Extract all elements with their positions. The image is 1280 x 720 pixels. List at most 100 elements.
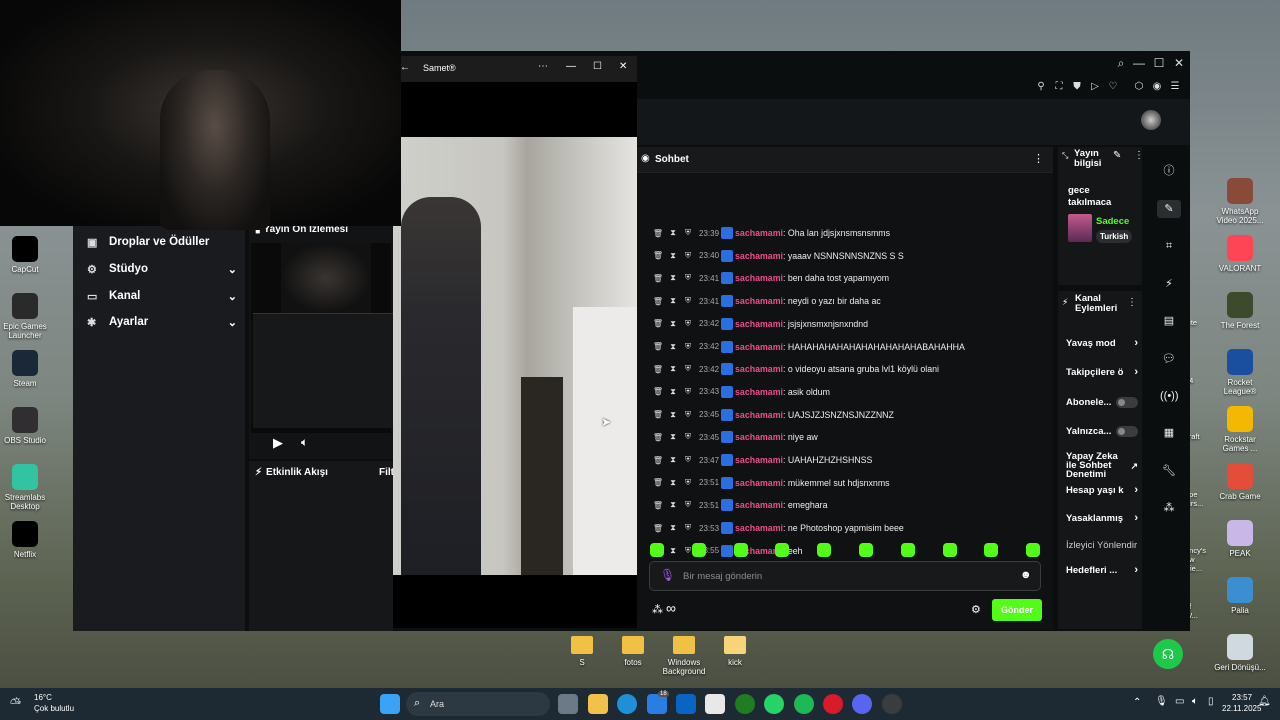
message-username[interactable]: sachamami bbox=[735, 342, 783, 352]
ban-icon[interactable]: ⛨ bbox=[682, 319, 694, 329]
emote-icon[interactable] bbox=[733, 543, 748, 557]
battery-icon[interactable]: ▯ bbox=[1208, 696, 1214, 707]
taskbar-search[interactable]: ⌕ Ara bbox=[406, 692, 550, 716]
search-icon[interactable]: ⌕ bbox=[1113, 55, 1129, 71]
channel-action-item[interactable]: Yalnızca... bbox=[1066, 422, 1138, 440]
timeout-icon[interactable]: ⧗ bbox=[667, 296, 679, 306]
ban-icon[interactable]: ⛨ bbox=[682, 410, 694, 420]
delete-icon[interactable]: 🗑︎ bbox=[652, 274, 664, 283]
message-username[interactable]: sachamami bbox=[735, 432, 783, 442]
timeout-icon[interactable]: ⧗ bbox=[667, 228, 679, 238]
opera-gx-icon[interactable] bbox=[882, 694, 902, 714]
channel-action-item[interactable]: Takipçilere ö › bbox=[1066, 363, 1138, 381]
delete-icon[interactable]: 🗑︎ bbox=[652, 387, 664, 396]
timeout-icon[interactable]: ⧗ bbox=[667, 523, 679, 533]
timeout-icon[interactable]: ⧗ bbox=[667, 273, 679, 283]
spotify-icon[interactable] bbox=[794, 694, 814, 714]
ban-icon[interactable]: ⛨ bbox=[682, 500, 694, 510]
more-icon[interactable]: ⋮ bbox=[1134, 150, 1144, 161]
document-icon[interactable]: ▤ bbox=[1160, 312, 1178, 330]
edit-icon[interactable]: ✎ bbox=[1157, 200, 1181, 218]
delete-icon[interactable]: 🗑︎ bbox=[652, 251, 664, 260]
start-button[interactable] bbox=[380, 694, 400, 714]
sidebar-item-studio[interactable]: ⚙ Stüdyo ⌄ bbox=[87, 259, 237, 279]
chat-message[interactable]: 🗑︎ ⧗ ⛨ 23:41 sachamami: neydi o yazı bir dah… bbox=[652, 293, 881, 309]
timeout-icon[interactable]: ⧗ bbox=[667, 546, 679, 556]
message-username[interactable]: sachamami bbox=[735, 251, 783, 261]
menu-icon[interactable]: ☰ bbox=[1167, 79, 1183, 95]
edit-icon[interactable]: ✎ bbox=[1113, 150, 1121, 161]
delete-icon[interactable]: 🗑︎ bbox=[652, 524, 664, 533]
profile-icon[interactable]: ◉ bbox=[1149, 79, 1165, 95]
desktop-icon[interactable]: Palia bbox=[1212, 577, 1268, 615]
microphone-icon[interactable]: 🎙︎ bbox=[1155, 696, 1168, 707]
channel-action-item[interactable]: Yasaklanmış › bbox=[1066, 509, 1138, 527]
timeout-icon[interactable]: ⧗ bbox=[667, 500, 679, 510]
volume-icon[interactable]: 🔈︎ bbox=[1192, 696, 1198, 707]
timeout-icon[interactable]: ⧗ bbox=[667, 364, 679, 374]
message-username[interactable]: sachamami bbox=[735, 296, 783, 306]
play-icon[interactable]: ▷ bbox=[1087, 79, 1103, 95]
desktop-icon[interactable]: PEAK bbox=[1212, 520, 1268, 558]
message-username[interactable]: sachamami bbox=[735, 523, 783, 533]
ban-icon[interactable]: ⛨ bbox=[682, 251, 694, 261]
ban-icon[interactable]: ⛨ bbox=[682, 455, 694, 465]
info-icon[interactable]: ⓘ bbox=[1160, 162, 1178, 180]
preview-video[interactable] bbox=[251, 243, 393, 433]
minimize-button[interactable]: — bbox=[1131, 55, 1147, 71]
sidebar-item-settings[interactable]: ✱ Ayarlar ⌄ bbox=[87, 312, 237, 332]
ban-icon[interactable]: ⛨ bbox=[682, 273, 694, 283]
chat-message[interactable]: 🗑︎ ⧗ ⛨ 23:53 sachamami: ne Photoshop yapmisi… bbox=[652, 520, 904, 536]
ban-icon[interactable]: ⛨ bbox=[682, 364, 694, 374]
broadcast-icon[interactable]: ((•)) bbox=[1160, 387, 1179, 405]
close-button[interactable]: ✕ bbox=[1171, 55, 1187, 71]
chat-message[interactable]: 🗑︎ ⧗ ⛨ 23:51 sachamami: emeghara bbox=[652, 497, 827, 513]
play-icon[interactable]: ▶ bbox=[273, 435, 283, 451]
emote-icon[interactable] bbox=[775, 543, 790, 557]
toggle-switch[interactable] bbox=[1116, 396, 1138, 408]
emote-icon[interactable] bbox=[817, 543, 832, 557]
folder-windows-background[interactable]: Windows Background bbox=[662, 636, 706, 676]
ban-icon[interactable]: ⛨ bbox=[682, 342, 694, 352]
chevron-up-icon[interactable]: ⌃ bbox=[1133, 697, 1141, 708]
desktop-icon[interactable]: Rocket League® bbox=[1212, 349, 1268, 396]
ban-icon[interactable]: ⛨ bbox=[682, 296, 694, 306]
timeout-icon[interactable]: ⧗ bbox=[667, 387, 679, 397]
collapse-icon[interactable]: ⤡ bbox=[1062, 151, 1068, 161]
language-tag[interactable]: Turkish bbox=[1096, 230, 1133, 243]
emote-icon[interactable] bbox=[984, 543, 999, 557]
volume-icon[interactable]: 🔈︎ bbox=[301, 435, 308, 450]
pin-icon[interactable]: ⚲ bbox=[1033, 79, 1049, 95]
chat-message[interactable]: 🗑︎ ⧗ ⛨ 23:39 sachamami: Oha lan jdjsjxnsmsns… bbox=[652, 225, 890, 241]
chat-message[interactable]: 🗑︎ ⧗ ⛨ 23:45 sachamami: UAJSJZJSNZNSJNZZNNZ bbox=[652, 407, 894, 423]
ban-icon[interactable]: ⛨ bbox=[682, 387, 694, 397]
video-frame[interactable]: ➤ bbox=[393, 137, 637, 575]
desktop-icon[interactable]: The Forest bbox=[1212, 292, 1268, 330]
folder-s[interactable]: S bbox=[560, 636, 604, 667]
channel-action-item[interactable]: Yavaş mod › bbox=[1066, 334, 1138, 352]
chat-message[interactable]: 🗑︎ ⧗ ⛨ 23:45 sachamami: niye aw bbox=[652, 429, 818, 445]
screenshot-icon[interactable]: ⛶ bbox=[1051, 79, 1067, 95]
emote-icon[interactable] bbox=[650, 543, 664, 557]
microsoft-store-icon[interactable] bbox=[705, 694, 725, 714]
delete-icon[interactable]: 🗑︎ bbox=[652, 478, 664, 487]
opera-icon[interactable] bbox=[823, 694, 843, 714]
emoji-icon[interactable]: ☻ bbox=[1020, 569, 1032, 581]
send-button[interactable]: Gönder bbox=[992, 599, 1042, 621]
channel-action-item[interactable]: Hesap yaşı k › bbox=[1066, 481, 1138, 499]
message-username[interactable]: sachamami bbox=[735, 387, 783, 397]
timeout-icon[interactable]: ⧗ bbox=[667, 432, 679, 442]
message-username[interactable]: sachamami bbox=[735, 364, 783, 374]
message-username[interactable]: sachamami bbox=[735, 410, 783, 420]
desktop-icon[interactable]: VALORANT bbox=[1212, 235, 1268, 273]
desktop-icon[interactable]: OBS Studio bbox=[0, 407, 53, 445]
channel-action-item[interactable]: İzleyici Yönlendir bbox=[1066, 536, 1146, 554]
message-username[interactable]: sachamami bbox=[735, 273, 783, 283]
message-username[interactable]: sachamami bbox=[735, 455, 783, 465]
more-icon[interactable]: ⋯ bbox=[538, 61, 548, 72]
chat-input[interactable]: 🎙︎ Bir mesaj gönderin ☻ bbox=[649, 561, 1041, 591]
delete-icon[interactable]: 🗑︎ bbox=[652, 410, 664, 419]
weather-icon[interactable]: ⛅︎ bbox=[10, 695, 21, 712]
chat-message[interactable]: 🗑︎ ⧗ ⛨ 23:40 sachamami: yaaav NSNNSNNSNZNS S… bbox=[652, 248, 904, 264]
maximize-button[interactable]: ☐ bbox=[1151, 55, 1167, 71]
